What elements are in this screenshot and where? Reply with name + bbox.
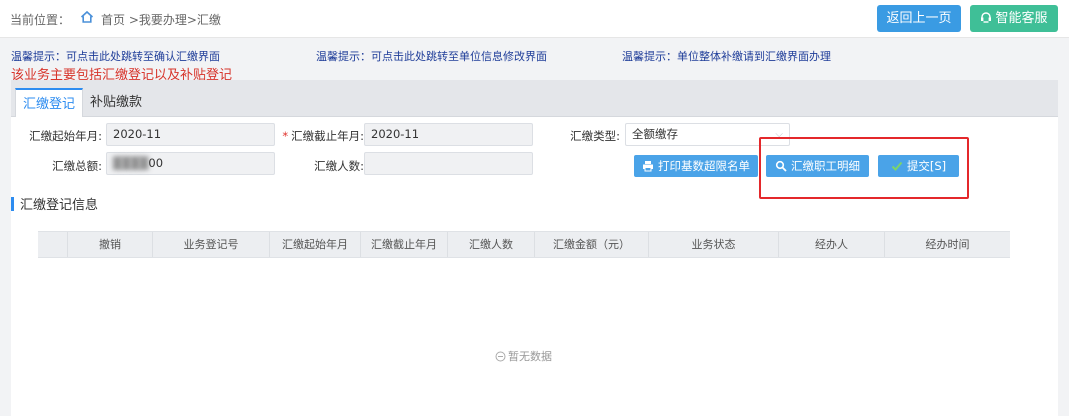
smart-service-button[interactable]: 智能客服	[970, 5, 1058, 32]
column-header-end-month[interactable]: 汇缴截止年月	[361, 232, 448, 257]
printer-icon	[643, 161, 653, 172]
smart-service-label: 智能客服	[995, 11, 1048, 26]
highlight-box	[759, 137, 969, 199]
tab-payment-registration[interactable]: 汇缴登记	[15, 88, 83, 117]
required-mark: *	[282, 129, 289, 143]
start-month-field[interactable]: 2020-11	[106, 123, 275, 146]
payment-type-value: 全额缴存	[632, 127, 678, 141]
column-header-index	[38, 232, 68, 257]
print-over-limit-label: 打印基数超限名单	[658, 159, 750, 173]
start-month-label: 汇缴起始年月:	[29, 129, 102, 143]
total-amount-value: 00	[148, 156, 164, 170]
total-amount-redacted: ████	[113, 156, 149, 170]
people-count-field	[364, 152, 533, 175]
breadcrumb[interactable]: 首页 >我要办理>汇缴	[101, 11, 221, 28]
tip-unit-info-link[interactable]: 温馨提示：可点击此处跳转至单位信息修改界面	[316, 48, 547, 64]
table-header: 撤销 业务登记号 汇缴起始年月 汇缴截止年月 汇缴人数 汇缴金额（元） 业务状态…	[38, 231, 1010, 258]
section-title: 汇缴登记信息	[11, 194, 98, 213]
column-header-status[interactable]: 业务状态	[649, 232, 779, 257]
section-accent-bar	[11, 197, 14, 211]
tab-subsidy-payment[interactable]: 补贴缴款	[87, 88, 145, 117]
section-title-text: 汇缴登记信息	[20, 198, 99, 213]
empty-state: 暂无数据	[495, 348, 552, 364]
home-icon[interactable]	[80, 10, 94, 24]
headset-icon	[981, 12, 992, 23]
total-amount-label: 汇缴总额:	[52, 159, 102, 173]
tip-supplement-link[interactable]: 温馨提示：单位整体补缴请到汇缴界面办理	[622, 48, 831, 64]
empty-icon	[495, 351, 506, 362]
tips-row: 温馨提示：可点击此处跳转至确认汇缴界面 温馨提示：可点击此处跳转至单位信息修改界…	[0, 48, 1069, 64]
column-header-amount[interactable]: 汇缴金额（元）	[535, 232, 649, 257]
column-header-business-no[interactable]: 业务登记号	[153, 232, 270, 257]
end-month-field[interactable]: 2020-11	[364, 123, 533, 146]
tip-confirm-link[interactable]: 温馨提示：可点击此处跳转至确认汇缴界面	[11, 48, 220, 64]
column-header-handle-time[interactable]: 经办时间	[885, 232, 1010, 257]
location-label: 当前位置：	[10, 13, 71, 27]
empty-text: 暂无数据	[508, 350, 552, 363]
end-month-label-text: 汇缴截止年月:	[291, 129, 364, 143]
payment-type-label: 汇缴类型:	[570, 129, 620, 143]
total-amount-field: ████00	[106, 152, 275, 175]
column-header-handler[interactable]: 经办人	[779, 232, 885, 257]
column-header-start-month[interactable]: 汇缴起始年月	[270, 232, 361, 257]
end-month-label: * 汇缴截止年月:	[280, 128, 364, 144]
back-button[interactable]: 返回上一页	[877, 5, 961, 32]
people-count-label: 汇缴人数:	[314, 159, 364, 173]
column-header-people-count[interactable]: 汇缴人数	[448, 232, 535, 257]
column-header-cancel[interactable]: 撤销	[68, 232, 153, 257]
top-bar: 当前位置： 首页 >我要办理>汇缴 返回上一页 智能客服	[0, 0, 1069, 38]
print-over-limit-button[interactable]: 打印基数超限名单	[634, 155, 758, 177]
tab-bar: 汇缴登记 补贴缴款	[11, 80, 1058, 117]
